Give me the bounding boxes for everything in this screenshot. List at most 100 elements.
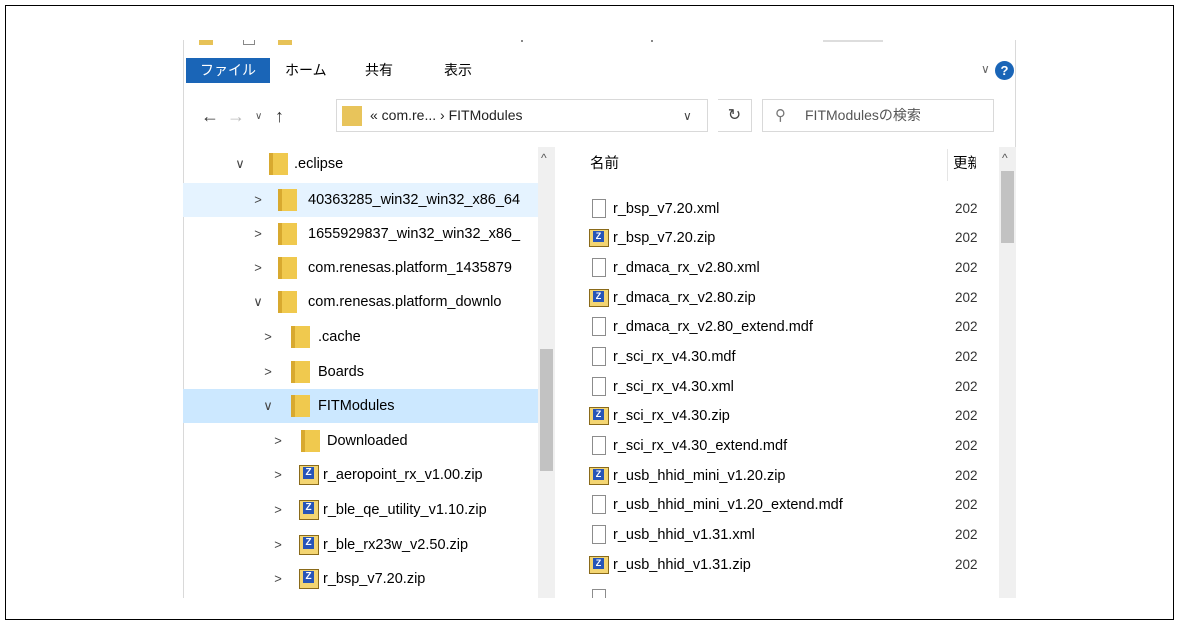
file-row[interactable]: r_dmaca_rx_v2.80_extend.mdf 202 xyxy=(556,312,996,342)
chevron-right-icon[interactable]: > xyxy=(251,192,265,207)
title-bar-mark xyxy=(651,40,653,42)
tree-item-label: com.renesas.platform_downlo xyxy=(308,294,502,310)
chevron-right-icon[interactable]: > xyxy=(271,433,285,448)
document-icon xyxy=(592,258,606,277)
file-row[interactable]: r_usb_hhid_mini_v1.20.zip 202 xyxy=(556,461,996,491)
tree-item[interactable]: > r_ble_qe_utility_v1.10.zip xyxy=(183,493,538,527)
document-icon xyxy=(592,317,606,336)
folder-icon xyxy=(291,361,310,383)
folder-icon xyxy=(269,153,288,175)
chevron-right-icon[interactable]: > xyxy=(271,467,285,482)
zip-file-icon xyxy=(299,465,319,485)
file-list-scrollbar[interactable]: ^ xyxy=(999,147,1016,598)
tab-view[interactable]: 表示 xyxy=(430,58,486,83)
file-row-partial[interactable] xyxy=(556,584,996,598)
document-icon xyxy=(243,40,255,45)
file-date: 202 xyxy=(955,527,978,542)
tree-item-label: 40363285_win32_win32_x86_64 xyxy=(308,192,521,208)
folder-icon xyxy=(301,430,320,452)
tree-item[interactable]: > .cache xyxy=(183,320,538,354)
recent-locations-icon[interactable]: ∨ xyxy=(255,111,262,122)
chevron-right-icon[interactable]: > xyxy=(271,502,285,517)
file-row[interactable]: r_usb_hhid_v1.31.xml 202 xyxy=(556,520,996,550)
tab-file[interactable]: ファイル xyxy=(186,58,270,83)
tree-item-label: 1655929837_win32_win32_x86_ xyxy=(308,226,521,242)
back-arrow-icon[interactable]: ← xyxy=(201,106,219,127)
file-row[interactable]: r_bsp_v7.20.zip 202 xyxy=(556,223,996,253)
scrollbar-thumb[interactable] xyxy=(1001,171,1014,243)
document-icon xyxy=(592,525,606,544)
tree-item[interactable]: > com.renesas.platform_1435879 xyxy=(183,251,538,285)
chevron-right-icon[interactable]: > xyxy=(251,260,265,275)
tree-item[interactable]: > r_aeropoint_rx_v1.00.zip xyxy=(183,458,538,492)
help-icon[interactable]: ? xyxy=(995,61,1014,80)
file-row[interactable]: r_sci_rx_v4.30_extend.mdf 202 xyxy=(556,431,996,461)
up-arrow-icon[interactable]: ↑ xyxy=(275,106,284,127)
file-date: 202 xyxy=(955,201,978,216)
tree-item[interactable]: > Boards xyxy=(183,355,538,389)
expand-ribbon-icon[interactable]: ∨ xyxy=(981,62,990,76)
file-date: 202 xyxy=(955,468,978,483)
tree-item[interactable]: ∨ com.renesas.platform_downlo xyxy=(183,285,538,319)
column-divider[interactable] xyxy=(947,149,948,181)
chevron-down-icon[interactable]: ∨ xyxy=(233,156,247,172)
file-row[interactable]: r_dmaca_rx_v2.80.xml 202 xyxy=(556,253,996,283)
tree-item[interactable]: > Downloaded xyxy=(183,424,538,458)
scrollbar-thumb[interactable] xyxy=(540,349,553,471)
address-path[interactable]: « com.re... › FITModules xyxy=(370,100,522,131)
chevron-right-icon[interactable]: > xyxy=(261,329,275,344)
search-input[interactable]: ⚲ FITModulesの検索 xyxy=(762,99,994,132)
address-bar[interactable]: « com.re... › FITModules ∨ xyxy=(336,99,708,132)
file-name: r_sci_rx_v4.30_extend.mdf xyxy=(613,438,788,454)
file-date: 202 xyxy=(955,290,978,305)
file-name: r_sci_rx_v4.30.zip xyxy=(613,408,730,424)
file-row[interactable]: r_usb_hhid_v1.31.zip 202 xyxy=(556,550,996,580)
zip-file-icon xyxy=(589,289,609,307)
folder-icon xyxy=(278,257,297,279)
file-name: r_usb_hhid_v1.31.xml xyxy=(613,527,755,543)
document-icon xyxy=(592,436,606,455)
chevron-right-icon[interactable]: > xyxy=(271,537,285,552)
tree-item-label: r_aeropoint_rx_v1.00.zip xyxy=(323,467,483,483)
chevron-right-icon[interactable]: > xyxy=(271,571,285,586)
tree-item[interactable]: > 1655929837_win32_win32_x86_ xyxy=(183,217,538,251)
tab-share[interactable]: 共有 xyxy=(351,58,407,83)
folder-icon xyxy=(278,223,297,245)
tree-item[interactable]: > r_bsp_v7.20.zip xyxy=(183,562,538,596)
tree-item[interactable]: ∨ .eclipse xyxy=(183,147,538,181)
navigation-pane: ∨ .eclipse > 40363285_win32_win32_x86_64… xyxy=(183,147,556,598)
title-bar-mark xyxy=(823,40,883,42)
file-name: r_usb_hhid_mini_v1.20.zip xyxy=(613,468,786,484)
file-row[interactable]: r_dmaca_rx_v2.80.zip 202 xyxy=(556,283,996,313)
scroll-up-icon[interactable]: ^ xyxy=(1002,151,1008,165)
chevron-down-icon[interactable]: ∨ xyxy=(251,294,265,310)
file-row[interactable]: r_sci_rx_v4.30.mdf 202 xyxy=(556,342,996,372)
column-header-modified[interactable]: 更新 xyxy=(953,147,976,181)
file-name: r_dmaca_rx_v2.80.zip xyxy=(613,290,756,306)
file-row[interactable]: r_sci_rx_v4.30.zip 202 xyxy=(556,401,996,431)
chevron-right-icon[interactable]: > xyxy=(261,364,275,379)
tree-item-label: .cache xyxy=(318,329,361,345)
file-name: r_usb_hhid_v1.31.zip xyxy=(613,557,751,573)
search-icon: ⚲ xyxy=(775,107,786,124)
chevron-down-icon[interactable]: ∨ xyxy=(683,109,692,123)
file-name: r_bsp_v7.20.zip xyxy=(613,230,716,246)
navigation-scrollbar[interactable]: ^ xyxy=(538,147,555,598)
refresh-icon[interactable]: ↻ xyxy=(718,99,752,132)
tab-home[interactable]: ホーム xyxy=(271,58,341,83)
column-header-name[interactable]: 名前 xyxy=(590,147,619,181)
chevron-right-icon[interactable]: > xyxy=(251,226,265,241)
tree-item-selected[interactable]: ∨ FITModules xyxy=(183,389,538,423)
file-row[interactable]: r_bsp_v7.20.xml 202 xyxy=(556,194,996,224)
document-icon xyxy=(592,589,606,598)
zip-file-icon xyxy=(589,407,609,425)
file-row[interactable]: r_sci_rx_v4.30.xml 202 xyxy=(556,372,996,402)
chevron-down-icon[interactable]: ∨ xyxy=(261,398,275,414)
forward-arrow-icon[interactable]: → xyxy=(227,106,245,127)
file-name: r_sci_rx_v4.30.mdf xyxy=(613,349,736,365)
file-row[interactable]: r_usb_hhid_mini_v1.20_extend.mdf 202 xyxy=(556,490,996,520)
scroll-up-icon[interactable]: ^ xyxy=(541,151,547,165)
zip-file-icon xyxy=(299,500,319,520)
tree-item[interactable]: > r_ble_rx23w_v2.50.zip xyxy=(183,528,538,562)
tree-item[interactable]: > 40363285_win32_win32_x86_64 xyxy=(183,183,538,217)
